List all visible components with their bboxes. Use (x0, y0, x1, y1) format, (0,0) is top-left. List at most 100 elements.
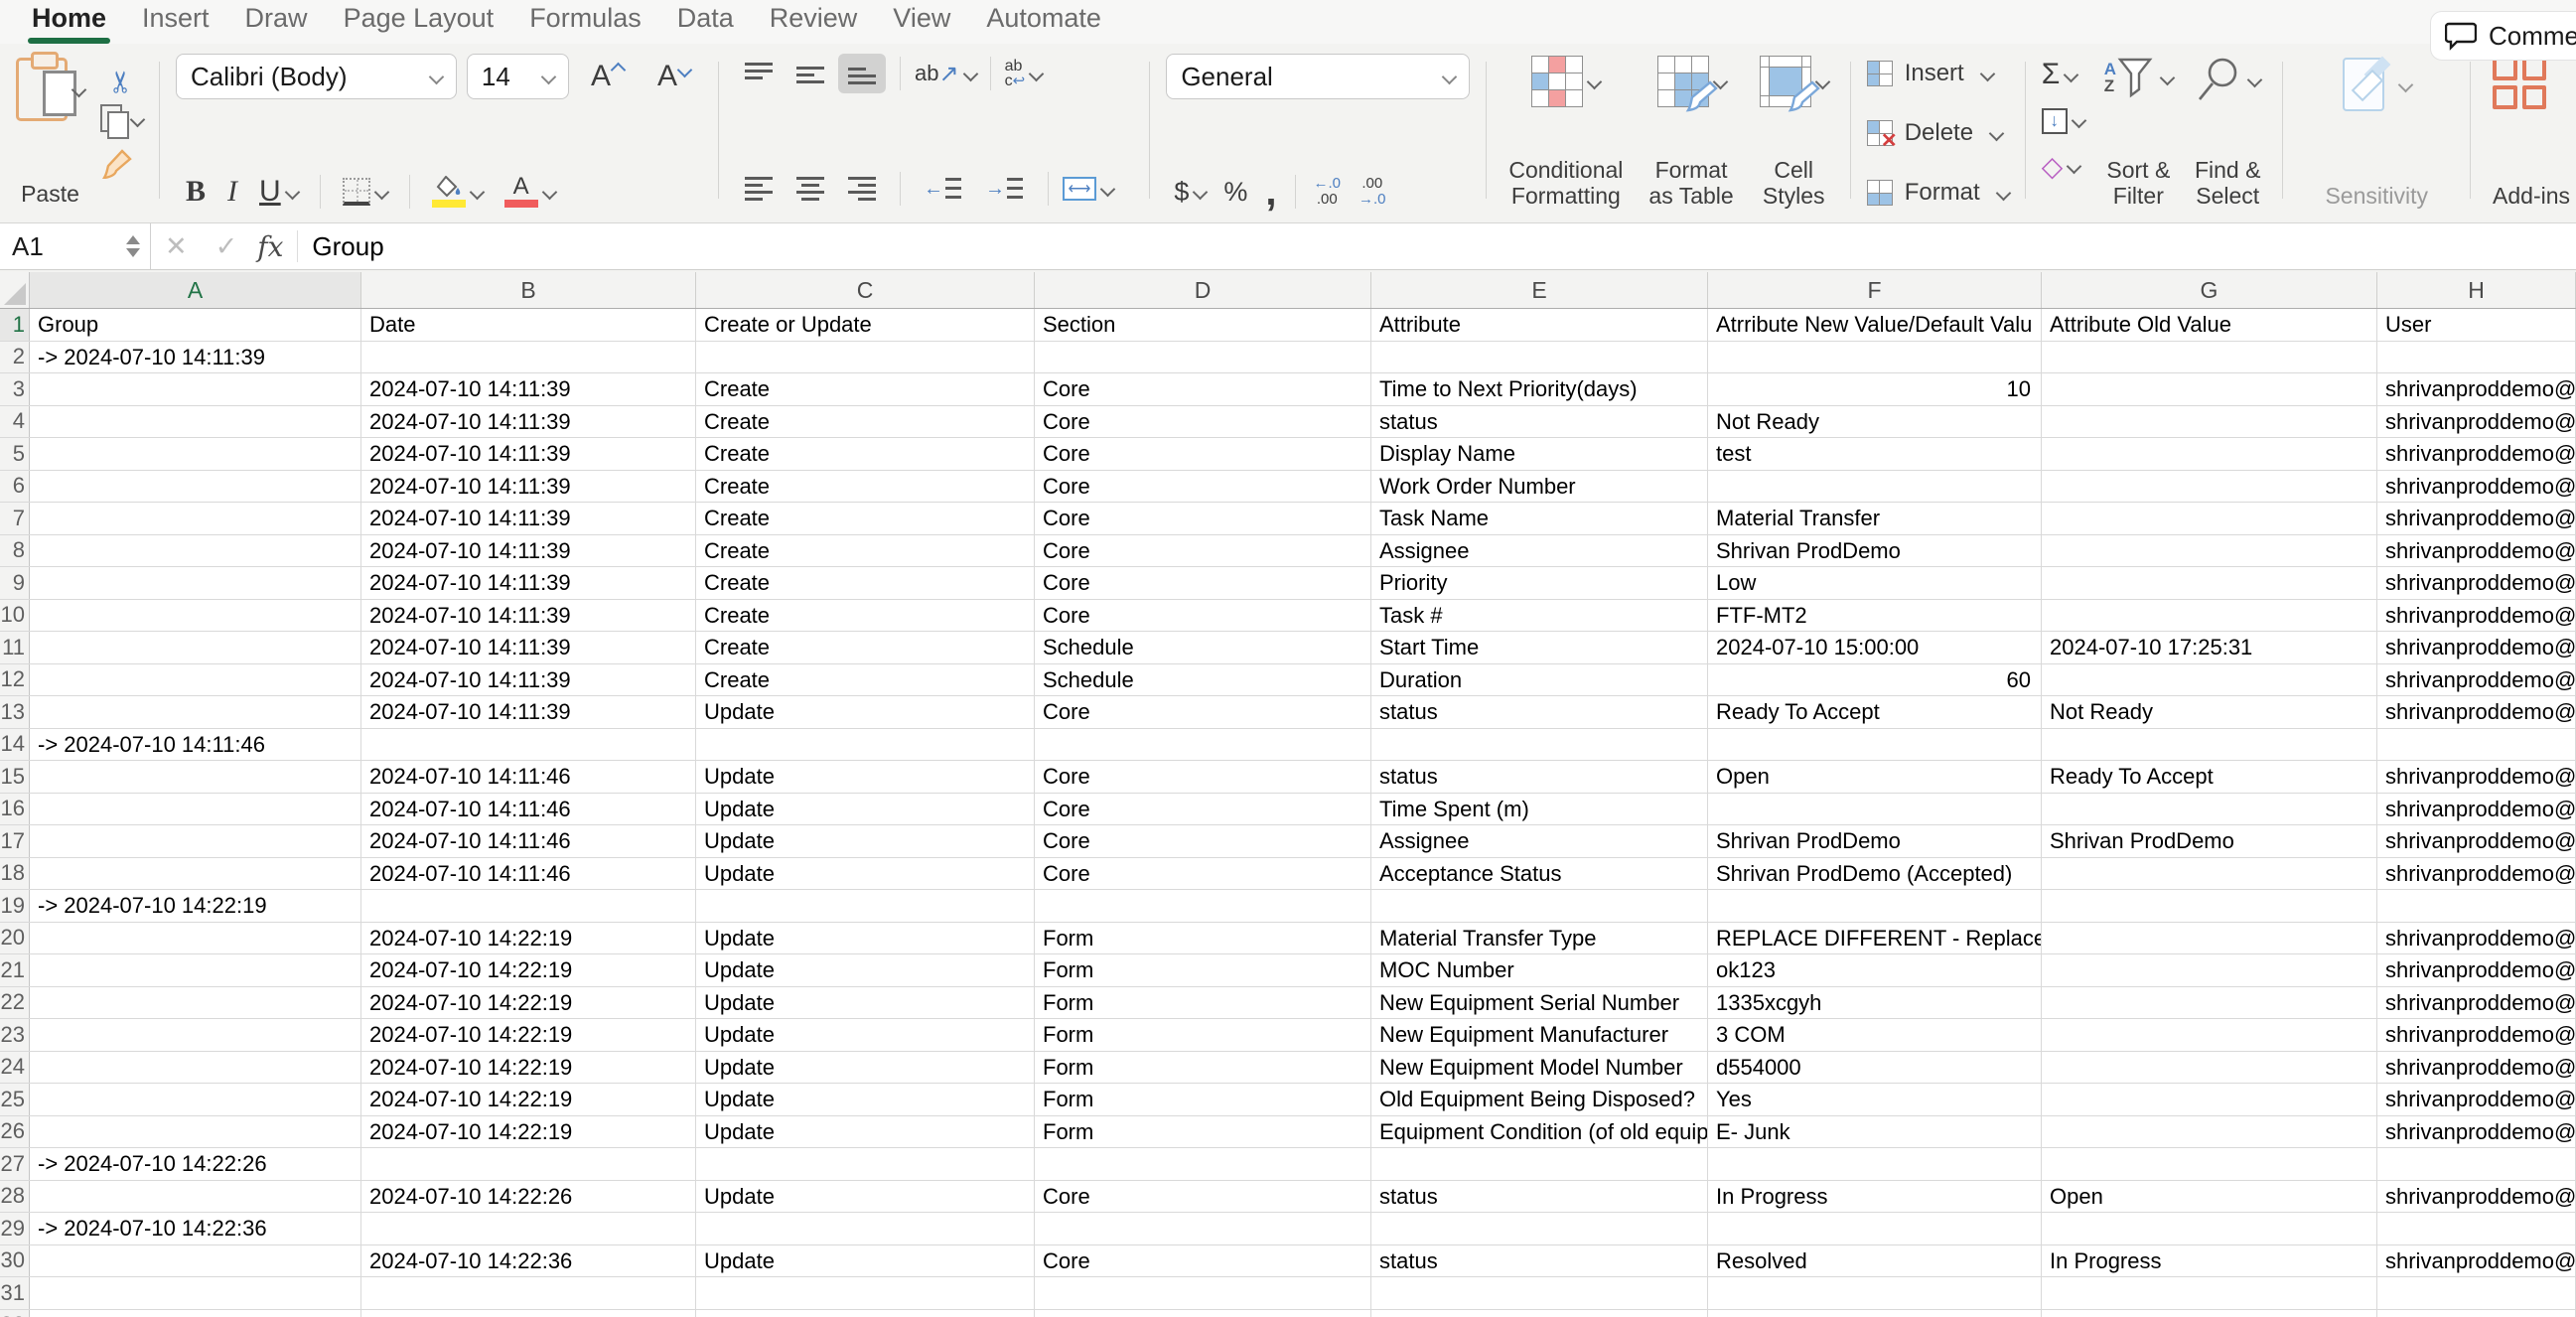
name-box[interactable]: A1 (0, 223, 151, 269)
cell-F32[interactable] (1708, 1310, 2042, 1317)
cell-E31[interactable] (1371, 1277, 1708, 1309)
row-header-22[interactable]: 22 (0, 987, 30, 1019)
cell-B11[interactable]: 2024-07-10 14:11:39 (361, 632, 696, 663)
cell-D32[interactable] (1035, 1310, 1371, 1317)
cell-B20[interactable]: 2024-07-10 14:22:19 (361, 923, 696, 954)
cell-H14[interactable] (2377, 729, 2576, 761)
formula-content[interactable]: Group (312, 231, 383, 262)
cell-C8[interactable]: Create (696, 535, 1035, 567)
cell-H9[interactable]: shrivanproddemo@v (2377, 567, 2576, 599)
cell-G27[interactable] (2042, 1148, 2377, 1180)
cell-styles-button[interactable]: CellStyles (1754, 54, 1834, 213)
cell-F27[interactable] (1708, 1148, 2042, 1180)
cell-D13[interactable]: Core (1035, 696, 1371, 728)
cell-F29[interactable] (1708, 1213, 2042, 1244)
cell-B10[interactable]: 2024-07-10 14:11:39 (361, 600, 696, 632)
cell-E11[interactable]: Start Time (1371, 632, 1708, 663)
cell-C7[interactable]: Create (696, 503, 1035, 534)
comma-button[interactable]: , (1265, 182, 1276, 202)
cell-B12[interactable]: 2024-07-10 14:11:39 (361, 664, 696, 696)
row-header-2[interactable]: 2 (0, 342, 30, 373)
cell-B30[interactable]: 2024-07-10 14:22:36 (361, 1245, 696, 1277)
cell-C29[interactable] (696, 1213, 1035, 1244)
cell-D31[interactable] (1035, 1277, 1371, 1309)
number-format-select[interactable]: General (1166, 54, 1470, 99)
cell-D24[interactable]: Form (1035, 1052, 1371, 1084)
cell-H20[interactable]: shrivanproddemo@v (2377, 923, 2576, 954)
cell-F18[interactable]: Shrivan ProdDemo (Accepted) (1708, 858, 2042, 890)
cell-G22[interactable] (2042, 987, 2377, 1019)
row-header-7[interactable]: 7 (0, 503, 30, 534)
cell-B31[interactable] (361, 1277, 696, 1309)
cell-D9[interactable]: Core (1035, 567, 1371, 599)
row-header-25[interactable]: 25 (0, 1084, 30, 1115)
cell-E32[interactable] (1371, 1310, 1708, 1317)
row-header-4[interactable]: 4 (0, 406, 30, 438)
cell-G10[interactable] (2042, 600, 2377, 632)
cell-D27[interactable] (1035, 1148, 1371, 1180)
cell-H24[interactable]: shrivanproddemo@v (2377, 1052, 2576, 1084)
tab-page-layout[interactable]: Page Layout (326, 0, 512, 44)
cell-G7[interactable] (2042, 503, 2377, 534)
cell-E16[interactable]: Time Spent (m) (1371, 794, 1708, 825)
orientation-button[interactable]: ab↗ (915, 60, 976, 88)
row-header-14[interactable]: 14 (0, 729, 30, 761)
cut-icon[interactable]: ✂ (104, 52, 139, 94)
tab-view[interactable]: View (875, 0, 968, 44)
cell-G31[interactable] (2042, 1277, 2377, 1309)
cell-H27[interactable] (2377, 1148, 2576, 1180)
cell-A5[interactable] (30, 438, 361, 470)
bold-button[interactable]: B (186, 175, 206, 209)
cell-H26[interactable]: shrivanproddemo@v (2377, 1116, 2576, 1148)
cell-F7[interactable]: Material Transfer (1708, 503, 2042, 534)
cell-H6[interactable]: shrivanproddemo@v (2377, 471, 2576, 503)
cell-D17[interactable]: Core (1035, 825, 1371, 857)
cell-D3[interactable]: Core (1035, 373, 1371, 405)
cell-G26[interactable] (2042, 1116, 2377, 1148)
cell-C13[interactable]: Update (696, 696, 1035, 728)
cell-A4[interactable] (30, 406, 361, 438)
cell-B32[interactable] (361, 1310, 696, 1317)
fill-button[interactable]: ↓ (2042, 108, 2084, 134)
cell-G28[interactable]: Open (2042, 1181, 2377, 1213)
cell-C16[interactable]: Update (696, 794, 1035, 825)
cell-F15[interactable]: Open (1708, 761, 2042, 793)
cell-B24[interactable]: 2024-07-10 14:22:19 (361, 1052, 696, 1084)
row-header-21[interactable]: 21 (0, 954, 30, 986)
sensitivity-button[interactable]: Sensitivity (2299, 54, 2454, 213)
select-all-corner[interactable] (0, 272, 30, 308)
insert-cells-button[interactable]: Insert (1867, 60, 2009, 87)
row-header-19[interactable]: 19 (0, 890, 30, 922)
tab-automate[interactable]: Automate (968, 0, 1119, 44)
row-header-10[interactable]: 10 (0, 600, 30, 632)
underline-button[interactable]: U (259, 175, 298, 209)
cell-H21[interactable]: shrivanproddemo@v (2377, 954, 2576, 986)
decrease-decimal-button[interactable]: ←.0.00 (1314, 176, 1342, 208)
cell-H5[interactable]: shrivanproddemo@v (2377, 438, 2576, 470)
find-select-button[interactable]: Find &Select (2189, 54, 2266, 213)
cell-E8[interactable]: Assignee (1371, 535, 1708, 567)
cell-H30[interactable]: shrivanproddemo@v (2377, 1245, 2576, 1277)
cell-D29[interactable] (1035, 1213, 1371, 1244)
row-header-17[interactable]: 17 (0, 825, 30, 857)
cell-F1[interactable]: Atrribute New Value/Default Valu (1708, 309, 2042, 341)
row-header-5[interactable]: 5 (0, 438, 30, 470)
name-box-spinner[interactable] (126, 235, 140, 257)
cell-D23[interactable]: Form (1035, 1019, 1371, 1051)
column-header-D[interactable]: D (1035, 272, 1371, 308)
column-header-C[interactable]: C (696, 272, 1035, 308)
cell-B17[interactable]: 2024-07-10 14:11:46 (361, 825, 696, 857)
cell-G2[interactable] (2042, 342, 2377, 373)
cell-H12[interactable]: shrivanproddemo@v (2377, 664, 2576, 696)
font-name-select[interactable]: Calibri (Body) (176, 54, 457, 99)
cell-B6[interactable]: 2024-07-10 14:11:39 (361, 471, 696, 503)
cell-H8[interactable]: shrivanproddemo@v (2377, 535, 2576, 567)
cell-E14[interactable] (1371, 729, 1708, 761)
cell-A23[interactable] (30, 1019, 361, 1051)
cell-F11[interactable]: 2024-07-10 15:00:00 (1708, 632, 2042, 663)
cell-A26[interactable] (30, 1116, 361, 1148)
cell-G23[interactable] (2042, 1019, 2377, 1051)
cell-B9[interactable]: 2024-07-10 14:11:39 (361, 567, 696, 599)
format-painter-icon[interactable] (100, 149, 134, 179)
cell-C24[interactable]: Update (696, 1052, 1035, 1084)
